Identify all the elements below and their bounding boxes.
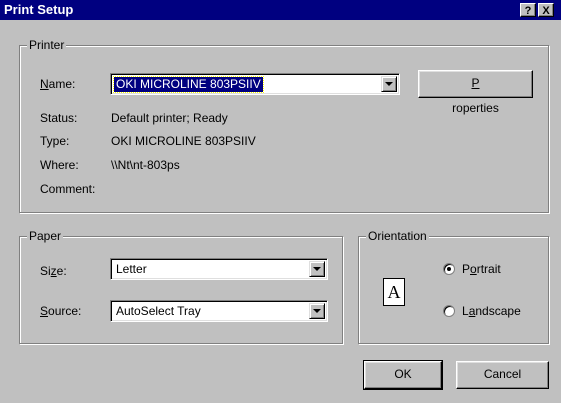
- type-label: Type:: [40, 134, 70, 148]
- size-label: Size:: [40, 264, 67, 278]
- close-icon: X: [542, 5, 550, 17]
- orientation-group-label: Orientation: [366, 229, 429, 243]
- printer-name-value: OKI MICROLINE 803PSIIV: [113, 76, 264, 93]
- status-label: Status:: [40, 111, 78, 125]
- print-setup-dialog: Print Setup ? X Printer Name: OKI MICROL…: [0, 0, 561, 403]
- properties-button[interactable]: Properties: [418, 70, 533, 115]
- chevron-down-icon: [313, 309, 321, 313]
- landscape-label[interactable]: Landscape: [462, 304, 521, 318]
- paper-group-label: Paper: [27, 229, 64, 243]
- portrait-label[interactable]: Portrait: [462, 262, 501, 276]
- cancel-button-label: Cancel: [483, 367, 522, 381]
- radio-selected-dot: [447, 267, 451, 271]
- paper-source-dropdown-button[interactable]: [309, 303, 325, 319]
- source-label: Source:: [40, 304, 82, 318]
- close-button[interactable]: X: [538, 3, 554, 17]
- type-value: OKI MICROLINE 803PSIIV: [111, 134, 256, 148]
- landscape-radio[interactable]: [443, 305, 455, 317]
- status-value: Default printer; Ready: [111, 111, 228, 125]
- paper-size-combobox[interactable]: Letter: [110, 258, 328, 280]
- ok-button[interactable]: OK: [363, 360, 443, 390]
- help-button[interactable]: ?: [520, 3, 536, 17]
- chevron-down-icon: [385, 82, 393, 86]
- window-title: Print Setup: [4, 2, 74, 17]
- cancel-button[interactable]: Cancel: [456, 361, 549, 389]
- paper-size-dropdown-button[interactable]: [309, 261, 325, 277]
- portrait-radio[interactable]: [443, 263, 455, 275]
- printer-name-combobox[interactable]: OKI MICROLINE 803PSIIV: [110, 73, 400, 95]
- paper-source-combobox[interactable]: AutoSelect Tray: [110, 300, 328, 322]
- name-label: Name:: [40, 77, 76, 91]
- where-value: \\Nt\nt-803ps: [111, 158, 180, 172]
- comment-label: Comment:: [40, 182, 96, 196]
- paper-group: Paper: [19, 229, 343, 344]
- ok-button-label: OK: [394, 367, 412, 381]
- printer-name-dropdown-button[interactable]: [381, 76, 397, 92]
- title-bar: Print Setup ? X: [0, 0, 561, 20]
- printer-group-label: Printer: [27, 38, 67, 52]
- help-icon: ?: [524, 5, 532, 17]
- portrait-page-icon: A: [383, 278, 405, 306]
- portrait-page-letter: A: [387, 282, 401, 302]
- paper-source-value: AutoSelect Tray: [116, 304, 201, 318]
- paper-size-value: Letter: [116, 262, 147, 276]
- where-label: Where:: [40, 158, 79, 172]
- chevron-down-icon: [313, 267, 321, 271]
